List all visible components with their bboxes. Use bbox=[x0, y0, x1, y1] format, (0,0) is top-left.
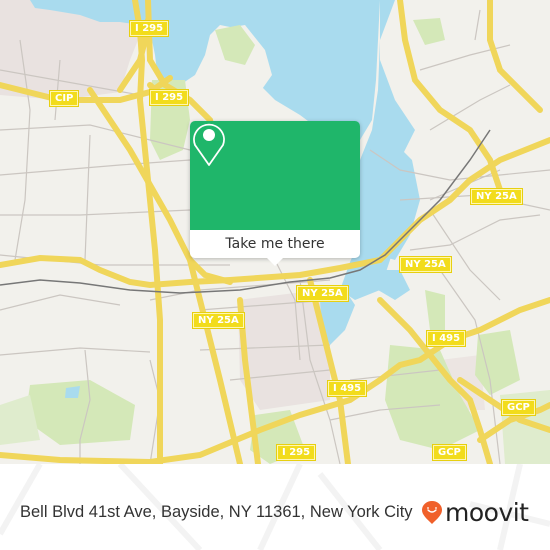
brand-name: moovit bbox=[445, 498, 529, 527]
popup-pointer bbox=[267, 258, 283, 266]
road-label-i295: I 295 bbox=[130, 21, 169, 36]
park bbox=[413, 18, 445, 45]
popup-header bbox=[190, 121, 360, 230]
address-text: Bell Blvd 41st Ave, Bayside, NY 11361, N… bbox=[20, 503, 413, 521]
moovit-logo[interactable]: moovit bbox=[421, 499, 529, 527]
road-label-ny25a: NY 25A bbox=[297, 286, 348, 301]
road-label-i295: I 295 bbox=[277, 445, 316, 460]
road-label-ny25a: NY 25A bbox=[400, 257, 451, 272]
park bbox=[425, 290, 445, 330]
map-view[interactable]: I 295 CIP I 295 NY 25A NY 25A NY 25A NY … bbox=[0, 0, 550, 464]
road-label-i495: I 495 bbox=[427, 331, 466, 346]
road-label-ny25a: NY 25A bbox=[471, 189, 522, 204]
water-inlet bbox=[378, 270, 410, 300]
road-label-i495: I 495 bbox=[328, 381, 367, 396]
park bbox=[25, 380, 135, 445]
road-label-gcp: GCP bbox=[502, 400, 535, 415]
road-label-i295: I 295 bbox=[150, 90, 189, 105]
road-label-gcp: GCP bbox=[433, 445, 466, 460]
location-popup: Take me there bbox=[190, 121, 360, 266]
map-pin-icon bbox=[193, 123, 225, 166]
road-label-ny25a: NY 25A bbox=[193, 313, 244, 328]
road-label-cip: CIP bbox=[50, 91, 79, 106]
moovit-smiley-pin-icon bbox=[422, 501, 442, 524]
take-me-there-button[interactable]: Take me there bbox=[190, 230, 360, 258]
